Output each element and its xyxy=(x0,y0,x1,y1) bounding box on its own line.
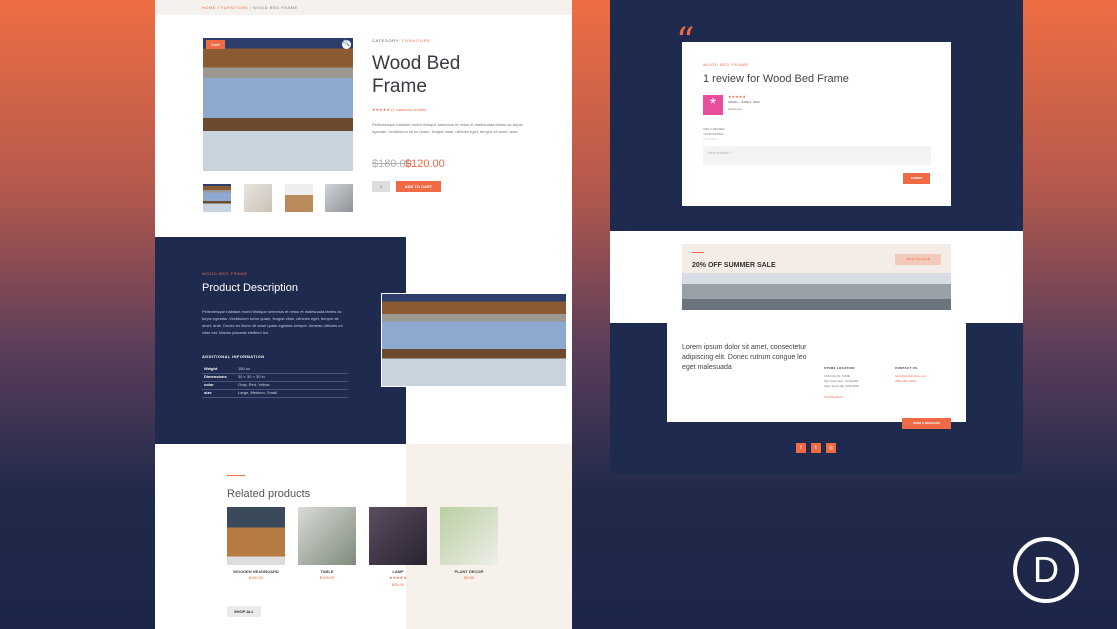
related-product-image[interactable] xyxy=(227,507,285,565)
section-title: Product Description xyxy=(202,282,298,294)
divi-logo: D xyxy=(1013,537,1079,603)
review-body: Awesome! xyxy=(728,107,742,111)
product-detail-image xyxy=(381,293,567,387)
related-product-stars: ★★★★★ xyxy=(389,575,407,580)
sale-price: $120.00 xyxy=(405,158,445,170)
related-product-price: $150.00 xyxy=(248,575,264,580)
table-row: size Large, Medium, Small xyxy=(202,390,348,398)
sale-title: 20% OFF SUMMER SALE xyxy=(692,262,776,269)
related-product-name[interactable]: WOODEN HEADBOARD xyxy=(227,569,285,574)
related-product-image[interactable] xyxy=(440,507,498,565)
phone-link[interactable]: (255) 352-6258 xyxy=(895,379,926,384)
related-product-image[interactable] xyxy=(298,507,356,565)
review-textarea[interactable]: Your review * xyxy=(703,146,931,165)
additional-info-heading: ADDITIONAL INFORMATION xyxy=(202,354,265,359)
breadcrumb-category[interactable]: FURNITURE xyxy=(221,5,249,10)
related-product-name[interactable]: LAMP xyxy=(369,569,427,574)
accent-divider xyxy=(227,475,245,476)
product-thumbnail[interactable] xyxy=(285,184,313,212)
product-short-description: Pellentesque habitant morbi tristique se… xyxy=(372,122,523,134)
submit-button[interactable]: SUBMIT xyxy=(903,173,930,184)
review-stars: ★★★★★ xyxy=(728,94,746,99)
related-product-price: $155.00 xyxy=(319,575,335,580)
sofa-image xyxy=(682,273,951,310)
sale-card: 20% OFF SUMMER SALE SHOP THE SALE xyxy=(682,244,951,310)
zoom-icon[interactable]: 🔍 xyxy=(342,40,351,49)
review-card: WOOD BED FRAME 1 review for Wood Bed Fra… xyxy=(682,42,951,206)
product-page-preview: HOME / FURNITURE / WOOD BED FRAME Sale! … xyxy=(155,0,572,629)
related-product-price: $35.00 xyxy=(391,582,405,587)
shop-the-sale-button[interactable]: SHOP THE SALE xyxy=(895,254,941,265)
table-row: Dimensions 30 × 30 × 30 in xyxy=(202,374,348,382)
breadcrumb-home[interactable]: HOME xyxy=(202,5,216,10)
contact-card: Lorem ipsum dolor sit amet, consectetur … xyxy=(667,323,966,422)
instagram-icon[interactable]: ◎ xyxy=(826,443,836,453)
breadcrumb: HOME / FURNITURE / WOOD BED FRAME xyxy=(155,0,572,15)
attr-value: Large, Medium, Small xyxy=(238,390,277,395)
related-product-name[interactable]: TABLE xyxy=(298,569,356,574)
attr-key: Dimensions xyxy=(204,374,227,379)
store-address: 1234 Divi St. #1000 San Francisco, CA 941… xyxy=(824,374,859,389)
table-row: Weight 150 oz xyxy=(202,366,348,374)
store-location-heading: STORE LOCATION xyxy=(824,366,855,370)
related-product-image[interactable] xyxy=(369,507,427,565)
product-category: CATEGORY: FURNITURE xyxy=(372,38,431,43)
review-meta: ADMIN – JUNE 4, 2020 xyxy=(728,100,760,104)
reviews-page-preview: WOOD BED FRAME 1 review for Wood Bed Fra… xyxy=(610,0,1023,474)
review-title: 1 review for Wood Bed Frame xyxy=(703,73,849,85)
product-title: Wood Bed Frame xyxy=(372,53,461,97)
section-text: Pellentesque habitant morbi tristique se… xyxy=(202,309,343,335)
sale-badge: Sale! xyxy=(206,40,226,49)
contact-heading: CONTACT US xyxy=(895,366,918,370)
rating-stars: ★★★★★ xyxy=(372,107,390,112)
send-message-button[interactable]: SEND A MESSAGE xyxy=(902,418,951,429)
product-thumbnail[interactable] xyxy=(244,184,272,212)
attr-value: 30 × 30 × 30 in xyxy=(238,374,265,379)
quantity-input[interactable]: 1 xyxy=(372,181,390,192)
product-thumbnail[interactable] xyxy=(325,184,353,212)
product-thumbnail[interactable] xyxy=(203,184,231,212)
category-label: CATEGORY: xyxy=(372,38,401,43)
quote-icon: “ xyxy=(676,21,695,62)
attr-key: color xyxy=(204,382,214,387)
add-review-label: ADD A REVIEW YOUR RATING ☆☆☆☆☆ xyxy=(703,127,725,142)
breadcrumb-current: WOOD BED FRAME xyxy=(253,5,298,10)
review-link[interactable]: (1 customer review) xyxy=(391,107,426,112)
product-main-image[interactable] xyxy=(203,38,353,171)
address-line: Open Everyday 9AM-5PM xyxy=(824,384,859,388)
rating-select[interactable]: ☆☆☆☆☆ xyxy=(703,137,725,142)
attr-key: size xyxy=(204,390,212,395)
product-rating: ★★★★★ (1 customer review) xyxy=(372,107,426,112)
table-row: color Gray, Red, Yellow xyxy=(202,382,348,390)
add-to-cart-button[interactable]: ADD TO CART xyxy=(396,181,441,192)
twitter-icon[interactable]: t xyxy=(811,443,821,453)
product-description-section: WOOD BED FRAME Product Description Pelle… xyxy=(155,237,406,444)
shop-all-button[interactable]: SHOP ALL xyxy=(227,606,261,617)
attributes-table: Weight 150 oz Dimensions 30 × 30 × 30 in c… xyxy=(202,366,348,398)
attr-value: Gray, Red, Yellow xyxy=(238,382,270,387)
related-product-price: $9.50 xyxy=(463,575,474,580)
facebook-icon[interactable]: f xyxy=(796,443,806,453)
accent-divider xyxy=(692,252,704,253)
contact-details: hello@divifurniture.com (255) 352-6258 xyxy=(895,374,926,384)
sale-band: 20% OFF SUMMER SALE SHOP THE SALE xyxy=(610,231,1023,323)
directions-link[interactable]: Get Directions xyxy=(824,395,843,399)
section-tag: WOOD BED FRAME xyxy=(202,271,248,276)
related-product-name[interactable]: PLANT DECOR xyxy=(440,569,498,574)
contact-intro: Lorem ipsum dolor sit amet, consectetur … xyxy=(682,344,807,371)
avatar: * xyxy=(703,95,723,115)
related-products-title: Related products xyxy=(227,488,311,500)
attr-value: 150 oz xyxy=(238,366,251,371)
review-tag: WOOD BED FRAME xyxy=(703,62,749,67)
category-link[interactable]: FURNITURE xyxy=(402,38,431,43)
attr-key: Weight xyxy=(204,366,218,371)
